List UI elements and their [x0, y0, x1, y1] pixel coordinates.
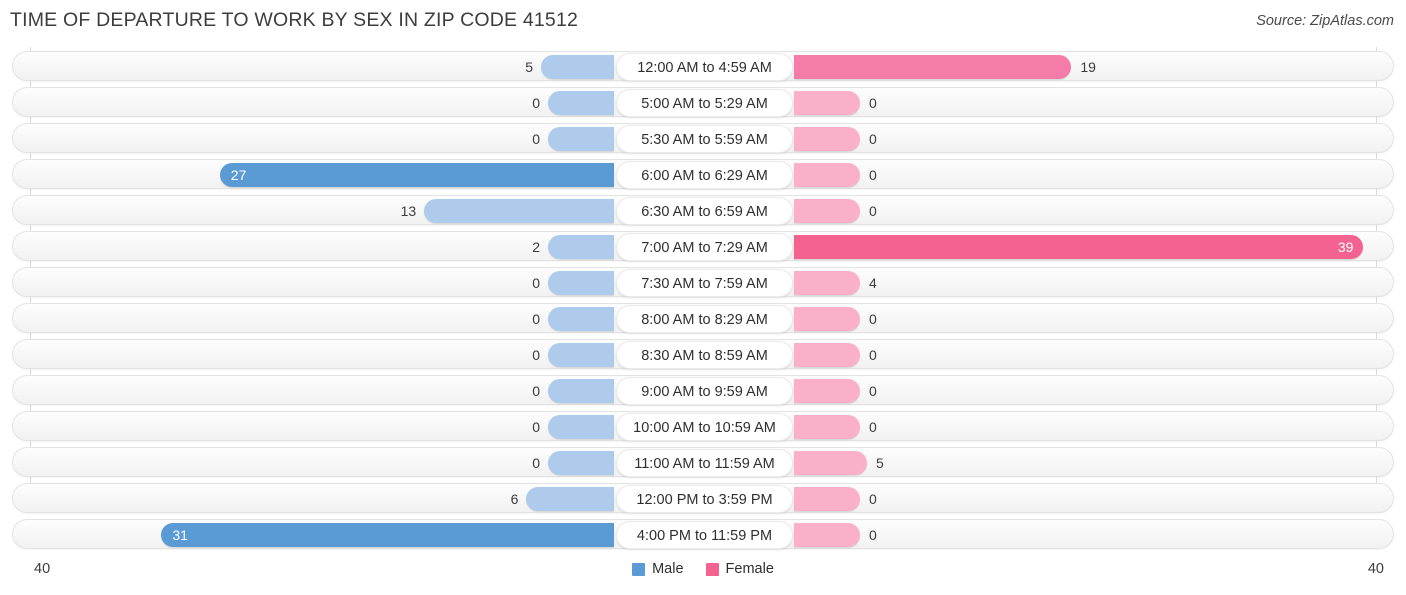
category-label: 9:00 AM to 9:59 AM — [616, 377, 793, 405]
legend-item-female[interactable]: Female — [705, 561, 774, 577]
male-value-label: 0 — [532, 419, 540, 435]
chart-page: TIME OF DEPARTURE TO WORK BY SEX IN ZIP … — [0, 0, 1406, 595]
male-value-label: 0 — [532, 311, 540, 327]
male-bar[interactable] — [548, 91, 614, 115]
female-value-label: 0 — [869, 491, 877, 507]
category-label: 5:00 AM to 5:29 AM — [616, 89, 793, 117]
chart-row: 27 6:00 AM to 6:29 AM 0 — [12, 159, 1394, 189]
category-label: 5:30 AM to 5:59 AM — [616, 125, 793, 153]
category-label: 4:00 PM to 11:59 PM — [616, 521, 793, 549]
chart-row: 6 12:00 PM to 3:59 PM 0 — [12, 483, 1394, 513]
category-label: 12:00 PM to 3:59 PM — [616, 485, 793, 513]
male-bar[interactable] — [548, 451, 614, 475]
male-bar[interactable] — [548, 343, 614, 367]
female-bar[interactable] — [794, 163, 860, 187]
chart-row: 0 5:30 AM to 5:59 AM 0 — [12, 123, 1394, 153]
chart-row: 31 4:00 PM to 11:59 PM 0 — [12, 519, 1394, 549]
chart-row: 5 12:00 AM to 4:59 AM 19 — [12, 51, 1394, 81]
female-value-label: 0 — [869, 203, 877, 219]
female-value-label: 0 — [869, 131, 877, 147]
female-value-label: 0 — [869, 383, 877, 399]
female-bar[interactable] — [794, 199, 860, 223]
legend-label-female: Female — [725, 561, 774, 577]
chart-footer: 40 40 Male Female — [0, 555, 1406, 595]
category-label: 10:00 AM to 10:59 AM — [616, 413, 793, 441]
female-value-label: 0 — [869, 311, 877, 327]
male-value-label: 5 — [525, 59, 533, 75]
male-color-swatch-icon — [632, 562, 646, 576]
male-bar[interactable] — [541, 55, 614, 79]
category-label: 7:00 AM to 7:29 AM — [616, 233, 793, 261]
category-label: 8:30 AM to 8:59 AM — [616, 341, 793, 369]
female-bar[interactable] — [794, 235, 1364, 259]
male-value-label: 0 — [532, 95, 540, 111]
chart-row: 0 8:30 AM to 8:59 AM 0 — [12, 339, 1394, 369]
male-value-label: 0 — [532, 275, 540, 291]
male-value-label: 6 — [510, 491, 519, 507]
female-bar[interactable] — [794, 91, 860, 115]
chart-row: 2 7:00 AM to 7:29 AM 39 — [12, 231, 1394, 261]
female-value-label: 5 — [876, 455, 884, 471]
chart-plot-area: 5 12:00 AM to 4:59 AM 19 0 5:00 AM to 5:29 A… — [0, 47, 1406, 555]
female-bar[interactable] — [794, 487, 860, 511]
female-bar[interactable] — [794, 379, 860, 403]
male-bar[interactable] — [424, 199, 614, 223]
category-label: 6:30 AM to 6:59 AM — [616, 197, 793, 225]
legend-item-male[interactable]: Male — [632, 561, 684, 577]
female-value-label: 4 — [869, 275, 877, 291]
female-color-swatch-icon — [705, 562, 719, 576]
female-bar[interactable] — [794, 415, 860, 439]
male-value-label: 27 — [230, 167, 247, 183]
chart-row: 0 11:00 AM to 11:59 AM 5 — [12, 447, 1394, 477]
female-bar[interactable] — [794, 523, 860, 547]
female-value-label: 19 — [1080, 59, 1096, 75]
male-bar[interactable] — [548, 127, 614, 151]
male-bar[interactable] — [548, 271, 614, 295]
chart-row: 13 6:30 AM to 6:59 AM 0 — [12, 195, 1394, 225]
chart-row: 0 7:30 AM to 7:59 AM 4 — [12, 267, 1394, 297]
male-value-label: 0 — [532, 383, 540, 399]
male-value-label: 2 — [532, 239, 540, 255]
chart-legend: Male Female — [0, 561, 1406, 577]
female-value-label: 0 — [869, 419, 877, 435]
category-label: 12:00 AM to 4:59 AM — [616, 53, 793, 81]
category-label: 7:30 AM to 7:59 AM — [616, 269, 793, 297]
male-value-label: 31 — [172, 527, 188, 543]
female-value-label: 0 — [869, 527, 877, 543]
female-bar[interactable] — [794, 271, 860, 295]
chart-row: 0 5:00 AM to 5:29 AM 0 — [12, 87, 1394, 117]
chart-header: TIME OF DEPARTURE TO WORK BY SEX IN ZIP … — [0, 0, 1406, 44]
male-value-label: 0 — [532, 455, 540, 471]
female-value-label: 39 — [1337, 239, 1354, 255]
source-attribution: Source: ZipAtlas.com — [1256, 13, 1394, 29]
legend-label-male: Male — [652, 561, 684, 577]
female-bar[interactable] — [794, 127, 860, 151]
male-value-label: 0 — [532, 131, 540, 147]
male-bar[interactable] — [548, 379, 614, 403]
category-label: 11:00 AM to 11:59 AM — [616, 449, 793, 477]
male-bar[interactable] — [161, 523, 614, 547]
male-bar[interactable] — [548, 307, 614, 331]
chart-row: 0 9:00 AM to 9:59 AM 0 — [12, 375, 1394, 405]
page-title: TIME OF DEPARTURE TO WORK BY SEX IN ZIP … — [10, 9, 579, 31]
male-bar[interactable] — [548, 415, 614, 439]
female-bar[interactable] — [794, 55, 1072, 79]
female-value-label: 0 — [869, 347, 877, 363]
male-bar[interactable] — [548, 235, 614, 259]
chart-row: 0 10:00 AM to 10:59 AM 0 — [12, 411, 1394, 441]
female-value-label: 0 — [869, 95, 877, 111]
female-bar[interactable] — [794, 451, 867, 475]
male-bar[interactable] — [219, 163, 614, 187]
category-label: 6:00 AM to 6:29 AM — [616, 161, 793, 189]
male-bar[interactable] — [526, 487, 614, 511]
chart-row: 0 8:00 AM to 8:29 AM 0 — [12, 303, 1394, 333]
male-value-label: 13 — [400, 203, 417, 219]
male-value-label: 0 — [532, 347, 540, 363]
female-bar[interactable] — [794, 307, 860, 331]
category-label: 8:00 AM to 8:29 AM — [616, 305, 793, 333]
female-bar[interactable] — [794, 343, 860, 367]
female-value-label: 0 — [869, 167, 877, 183]
